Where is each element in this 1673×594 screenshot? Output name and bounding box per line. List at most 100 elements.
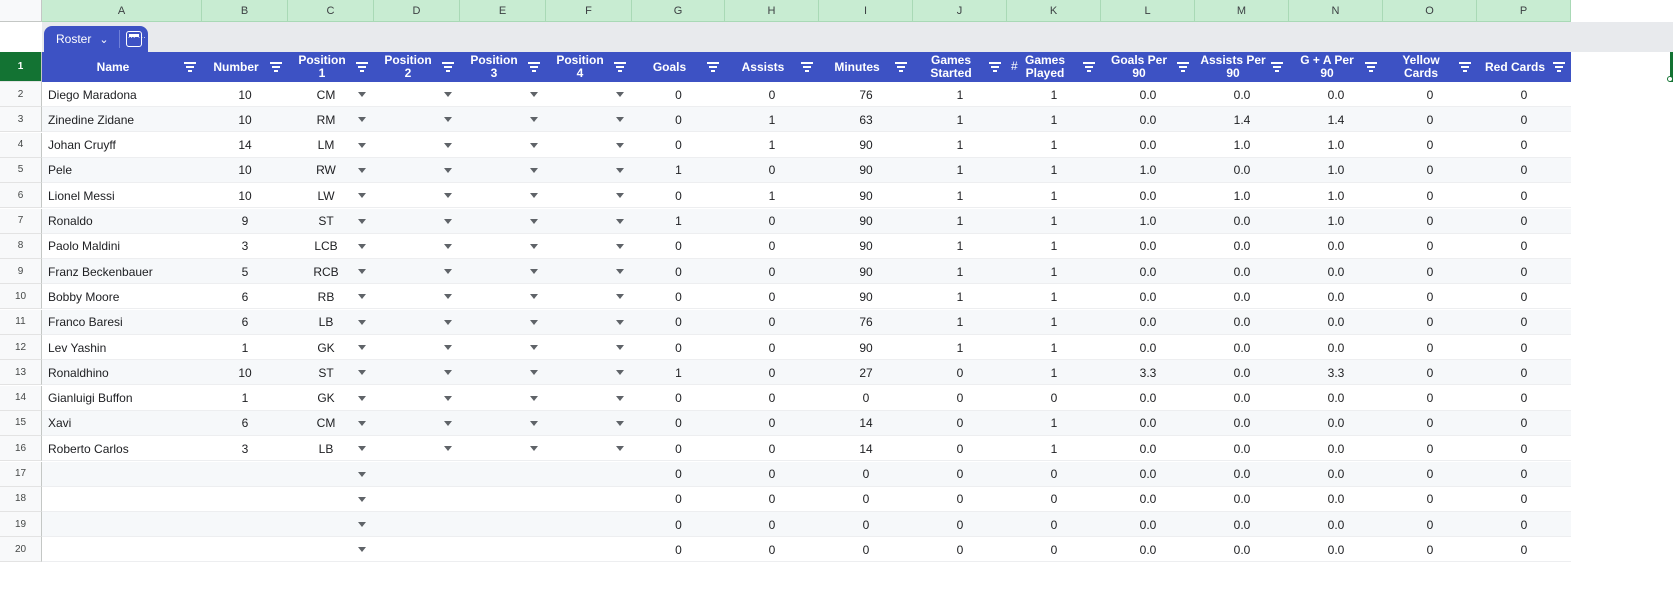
select-all-corner[interactable]	[0, 0, 42, 22]
column-letter-m[interactable]: M	[1195, 0, 1289, 22]
stat-cell[interactable]: 1	[632, 209, 725, 234]
position-dropdown-cell[interactable]	[546, 82, 632, 107]
dropdown-arrow-icon[interactable]	[358, 167, 366, 173]
stat-cell[interactable]: 0	[1477, 234, 1571, 259]
stat-cell[interactable]: 1	[913, 82, 1007, 107]
position-dropdown-cell[interactable]: LW	[288, 183, 374, 208]
row-number-1[interactable]: 1	[0, 52, 42, 82]
stat-cell[interactable]: 0	[632, 133, 725, 158]
dropdown-arrow-icon[interactable]	[444, 193, 452, 199]
stat-cell[interactable]: 0	[1383, 487, 1477, 512]
stat-cell[interactable]: 0.0	[1101, 512, 1195, 537]
dropdown-arrow-icon[interactable]	[358, 269, 366, 275]
position-dropdown-cell[interactable]	[546, 537, 632, 562]
position-dropdown-cell[interactable]	[374, 82, 460, 107]
row-number-19[interactable]: 19	[0, 512, 42, 538]
position-dropdown-cell[interactable]	[460, 310, 546, 335]
stat-cell[interactable]: 6	[202, 411, 288, 436]
column-letter-p[interactable]: P	[1477, 0, 1571, 22]
stat-cell[interactable]: 0.0	[1101, 284, 1195, 309]
position-dropdown-cell[interactable]: CM	[288, 411, 374, 436]
stat-cell[interactable]: 0	[1383, 462, 1477, 487]
row-number-18[interactable]: 18	[0, 486, 42, 512]
stat-cell[interactable]: 1.0	[1289, 209, 1383, 234]
stat-cell[interactable]: 0	[725, 335, 819, 360]
dropdown-arrow-icon[interactable]	[358, 345, 366, 350]
filter-icon[interactable]	[1553, 62, 1565, 72]
filter-icon[interactable]	[528, 62, 540, 72]
filter-icon[interactable]	[184, 62, 196, 72]
stat-cell[interactable]: 0	[725, 284, 819, 309]
stat-cell[interactable]: 0	[632, 386, 725, 411]
position-dropdown-cell[interactable]: LB	[288, 436, 374, 461]
stat-cell[interactable]: 0	[1477, 537, 1571, 562]
stat-cell[interactable]: 0	[1477, 436, 1571, 461]
stat-cell[interactable]: 0	[1477, 133, 1571, 158]
position-dropdown-cell[interactable]: LCB	[288, 234, 374, 259]
stat-cell[interactable]: 0	[913, 462, 1007, 487]
stat-cell[interactable]: 0	[1477, 462, 1571, 487]
filter-icon[interactable]	[707, 62, 719, 72]
column-header-b[interactable]: Number	[202, 52, 288, 82]
column-header-c[interactable]: Position 1	[288, 52, 374, 82]
stat-cell[interactable]: 1	[725, 183, 819, 208]
stat-cell[interactable]: 14	[202, 133, 288, 158]
filter-icon[interactable]	[270, 62, 282, 72]
dropdown-arrow-icon[interactable]	[444, 92, 452, 97]
stat-cell[interactable]: 1.0	[1289, 158, 1383, 183]
position-dropdown-cell[interactable]: RB	[288, 284, 374, 309]
dropdown-arrow-icon[interactable]	[530, 243, 538, 249]
position-dropdown-cell[interactable]	[374, 537, 460, 562]
dropdown-arrow-icon[interactable]	[616, 345, 624, 350]
position-dropdown-cell[interactable]: RW	[288, 158, 374, 183]
row-number-10[interactable]: 10	[0, 284, 42, 310]
stat-cell[interactable]: 0.0	[1195, 487, 1289, 512]
dropdown-arrow-icon[interactable]	[616, 92, 624, 97]
dropdown-arrow-icon[interactable]	[616, 446, 624, 452]
dropdown-arrow-icon[interactable]	[616, 269, 624, 275]
stat-cell[interactable]: 0.0	[1101, 82, 1195, 107]
stat-cell[interactable]: 1	[913, 335, 1007, 360]
player-name-cell[interactable]: Bobby Moore	[42, 284, 202, 309]
player-name-cell[interactable]: Franz Beckenbauer	[42, 259, 202, 284]
row-number-8[interactable]: 8	[0, 233, 42, 259]
stat-cell[interactable]: 0	[819, 487, 913, 512]
stat-cell[interactable]: 0	[632, 310, 725, 335]
player-name-cell[interactable]: Pele	[42, 158, 202, 183]
dropdown-arrow-icon[interactable]	[530, 446, 538, 452]
chevron-down-icon[interactable]: ⌄	[99, 33, 108, 46]
stat-cell[interactable]: 1.4	[1289, 107, 1383, 132]
player-name-cell[interactable]: Xavi	[42, 411, 202, 436]
stat-cell[interactable]: 0	[913, 436, 1007, 461]
dropdown-arrow-icon[interactable]	[616, 117, 624, 123]
column-header-j[interactable]: Games Started	[913, 52, 1007, 82]
stat-cell[interactable]: 0	[632, 512, 725, 537]
stat-cell[interactable]	[202, 487, 288, 512]
position-dropdown-cell[interactable]: LB	[288, 310, 374, 335]
stat-cell[interactable]: 0.0	[1289, 411, 1383, 436]
stat-cell[interactable]: 0.0	[1195, 158, 1289, 183]
stat-cell[interactable]: 0.0	[1101, 487, 1195, 512]
stat-cell[interactable]: 0.0	[1195, 360, 1289, 385]
column-letter-j[interactable]: J	[913, 0, 1007, 22]
resize-handle[interactable]	[1667, 76, 1673, 82]
dropdown-arrow-icon[interactable]	[358, 218, 366, 224]
stat-cell[interactable]: 0	[1477, 310, 1571, 335]
dropdown-arrow-icon[interactable]	[444, 446, 452, 452]
stat-cell[interactable]: 0.0	[1101, 234, 1195, 259]
stat-cell[interactable]: 0	[913, 537, 1007, 562]
dropdown-arrow-icon[interactable]	[444, 395, 452, 401]
stat-cell[interactable]: 1	[1007, 107, 1101, 132]
stat-cell[interactable]: 0.0	[1289, 462, 1383, 487]
stat-cell[interactable]: 1.4	[1195, 107, 1289, 132]
position-dropdown-cell[interactable]	[374, 487, 460, 512]
position-dropdown-cell[interactable]	[546, 183, 632, 208]
position-dropdown-cell[interactable]	[546, 462, 632, 487]
stat-cell[interactable]: 0	[1477, 183, 1571, 208]
position-dropdown-cell[interactable]	[546, 158, 632, 183]
stat-cell[interactable]: 0	[1383, 537, 1477, 562]
stat-cell[interactable]: 0	[632, 234, 725, 259]
stat-cell[interactable]: 0.0	[1101, 537, 1195, 562]
stat-cell[interactable]: 0	[725, 259, 819, 284]
dropdown-arrow-icon[interactable]	[616, 167, 624, 173]
